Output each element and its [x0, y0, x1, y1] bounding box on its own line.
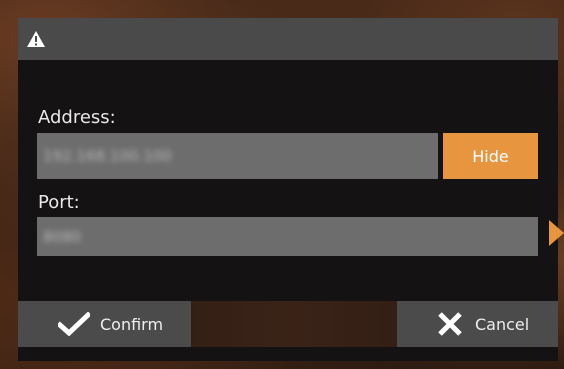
confirm-button[interactable]: Confirm — [18, 301, 191, 347]
dialog-titlebar — [18, 18, 558, 60]
port-field[interactable]: 8080 — [37, 217, 538, 256]
side-arrow-icon[interactable] — [549, 220, 564, 246]
hide-button[interactable]: Hide — [443, 133, 538, 179]
cancel-button[interactable]: Cancel — [397, 301, 558, 347]
address-value: 192.168.100.100 — [43, 147, 172, 165]
port-value: 8080 — [43, 227, 82, 246]
checkmark-icon — [58, 312, 90, 336]
warning-icon — [27, 31, 45, 47]
connection-dialog: Address: 192.168.100.100 Hide Port: 8080… — [18, 18, 558, 361]
address-field[interactable]: 192.168.100.100 — [37, 133, 438, 179]
close-icon — [438, 312, 462, 336]
cancel-label: Cancel — [475, 314, 530, 334]
address-label: Address: — [38, 107, 116, 128]
port-label: Port: — [38, 192, 80, 213]
confirm-label: Confirm — [100, 314, 164, 334]
dialog-button-row: Confirm Cancel — [18, 301, 558, 347]
